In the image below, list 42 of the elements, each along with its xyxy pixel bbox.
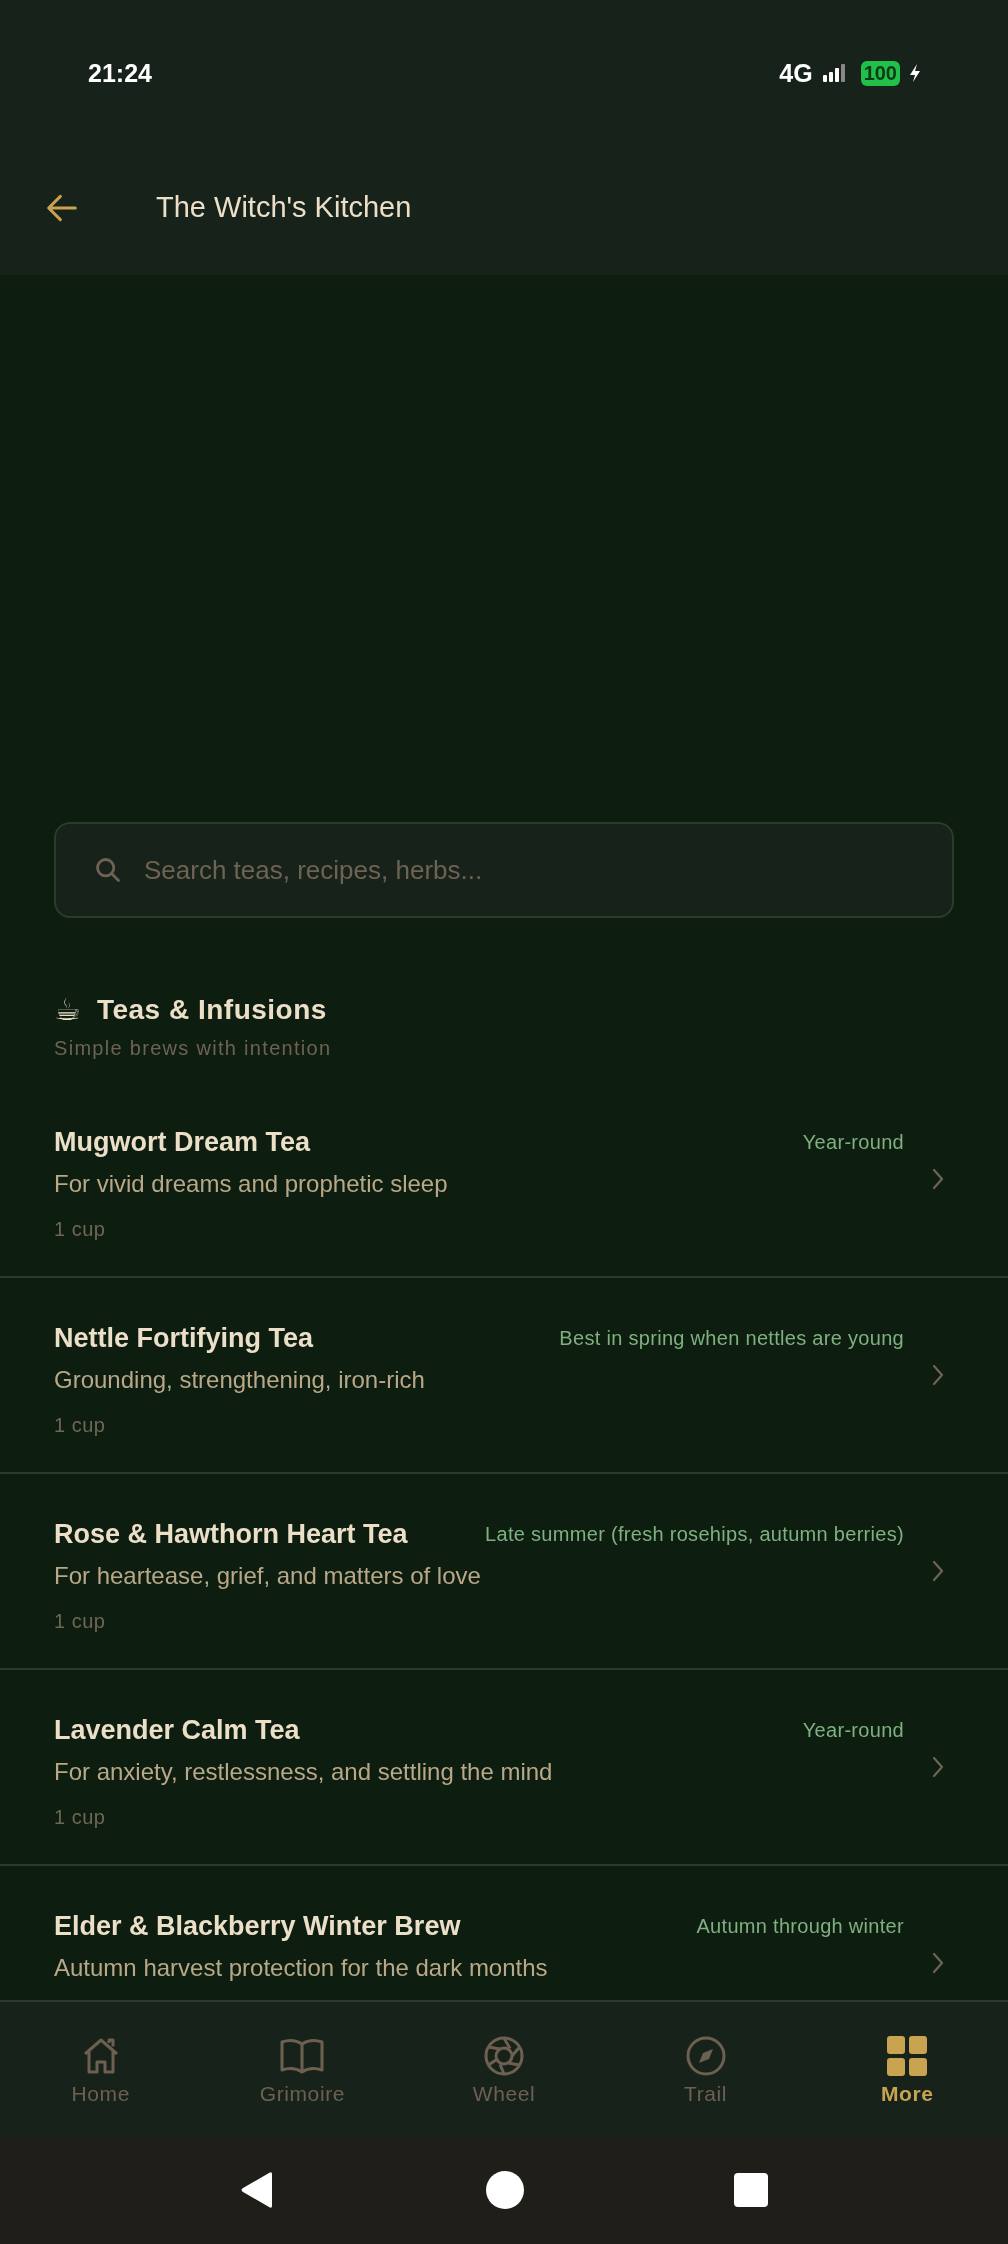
recipe-description: For heartease, grief, and matters of love bbox=[54, 1561, 482, 1591]
status-time: 21:24 bbox=[88, 58, 152, 88]
recipe-item[interactable]: Lavender Calm Tea Year-round For anxiety, restlessness, and settling the mind 1 cup bbox=[0, 1670, 1008, 1866]
recipe-description: Grounding, strengthening, iron-rich bbox=[54, 1365, 426, 1395]
recipe-title: Nettle Fortifying Tea bbox=[54, 1322, 314, 1355]
search-input[interactable]: Search teas, recipes, herbs... bbox=[142, 853, 952, 887]
recipe-title: Rose & Hawthorn Heart Tea bbox=[54, 1518, 408, 1551]
chevron-right-icon bbox=[932, 1364, 944, 1386]
search-field[interactable]: Search teas, recipes, herbs... bbox=[54, 822, 954, 918]
recipe-description: For vivid dreams and prophetic sleep bbox=[54, 1169, 449, 1199]
teacup-icon: ☕ bbox=[54, 992, 81, 1027]
chevron-right-icon bbox=[932, 1560, 944, 1582]
chevron-right-icon bbox=[932, 1168, 944, 1190]
recipe-title: Lavender Calm Tea bbox=[54, 1714, 300, 1747]
section-title: Teas & Infusions bbox=[96, 993, 327, 1026]
recipe-title: Elder & Blackberry Winter Brew bbox=[54, 1910, 461, 1943]
recipe-description: Autumn harvest protection for the dark months bbox=[54, 1953, 549, 1983]
charging-icon bbox=[910, 64, 920, 82]
battery-level: 100 bbox=[860, 60, 900, 86]
season-label: Year-round bbox=[802, 1130, 904, 1154]
season-label: Year-round bbox=[802, 1718, 904, 1742]
recipe-item[interactable]: Nettle Fortifying Tea Best in spring when nettles are young Grounding, strengthening, iron-rich 1 cup bbox=[0, 1278, 1008, 1474]
recipe-item[interactable]: Mugwort Dream Tea Year-round For vivid dreams and prophetic sleep 1 cup bbox=[0, 1060, 1008, 1278]
home-circle-icon[interactable] bbox=[486, 2171, 524, 2209]
recipe-yield: 1 cup bbox=[54, 1413, 107, 1438]
nav-tab[interactable]: More bbox=[806, 2002, 1008, 2136]
screen-title: The Witch's Kitchen bbox=[156, 191, 412, 224]
season-label: Best in spring when nettles are young bbox=[559, 1326, 904, 1350]
recipe-title: Mugwort Dream Tea bbox=[54, 1126, 311, 1159]
recipe-yield: 1 cup bbox=[54, 1217, 107, 1242]
recipe-yield: 1 cup bbox=[54, 1609, 107, 1634]
recipe-yield: 1 cup bbox=[54, 1805, 107, 1830]
chevron-right-icon bbox=[932, 1756, 944, 1778]
chevron-right-icon bbox=[932, 1952, 944, 1974]
season-label: Late summer (fresh rosehips, autumn berries) bbox=[485, 1522, 904, 1546]
signal-icon bbox=[822, 64, 845, 82]
recipe-description: For anxiety, restlessness, and settling the mind bbox=[54, 1757, 554, 1787]
section-subtitle: Simple brews with intention bbox=[54, 1037, 333, 1060]
search-icon bbox=[94, 856, 122, 884]
season-label: Autumn through winter bbox=[696, 1914, 904, 1938]
network-type: 4G bbox=[779, 58, 813, 88]
recipe-item[interactable]: Rose & Hawthorn Heart Tea Late summer (fresh rosehips, autumn berries) For heartease, grief, and matters of love 1 cup bbox=[0, 1474, 1008, 1670]
